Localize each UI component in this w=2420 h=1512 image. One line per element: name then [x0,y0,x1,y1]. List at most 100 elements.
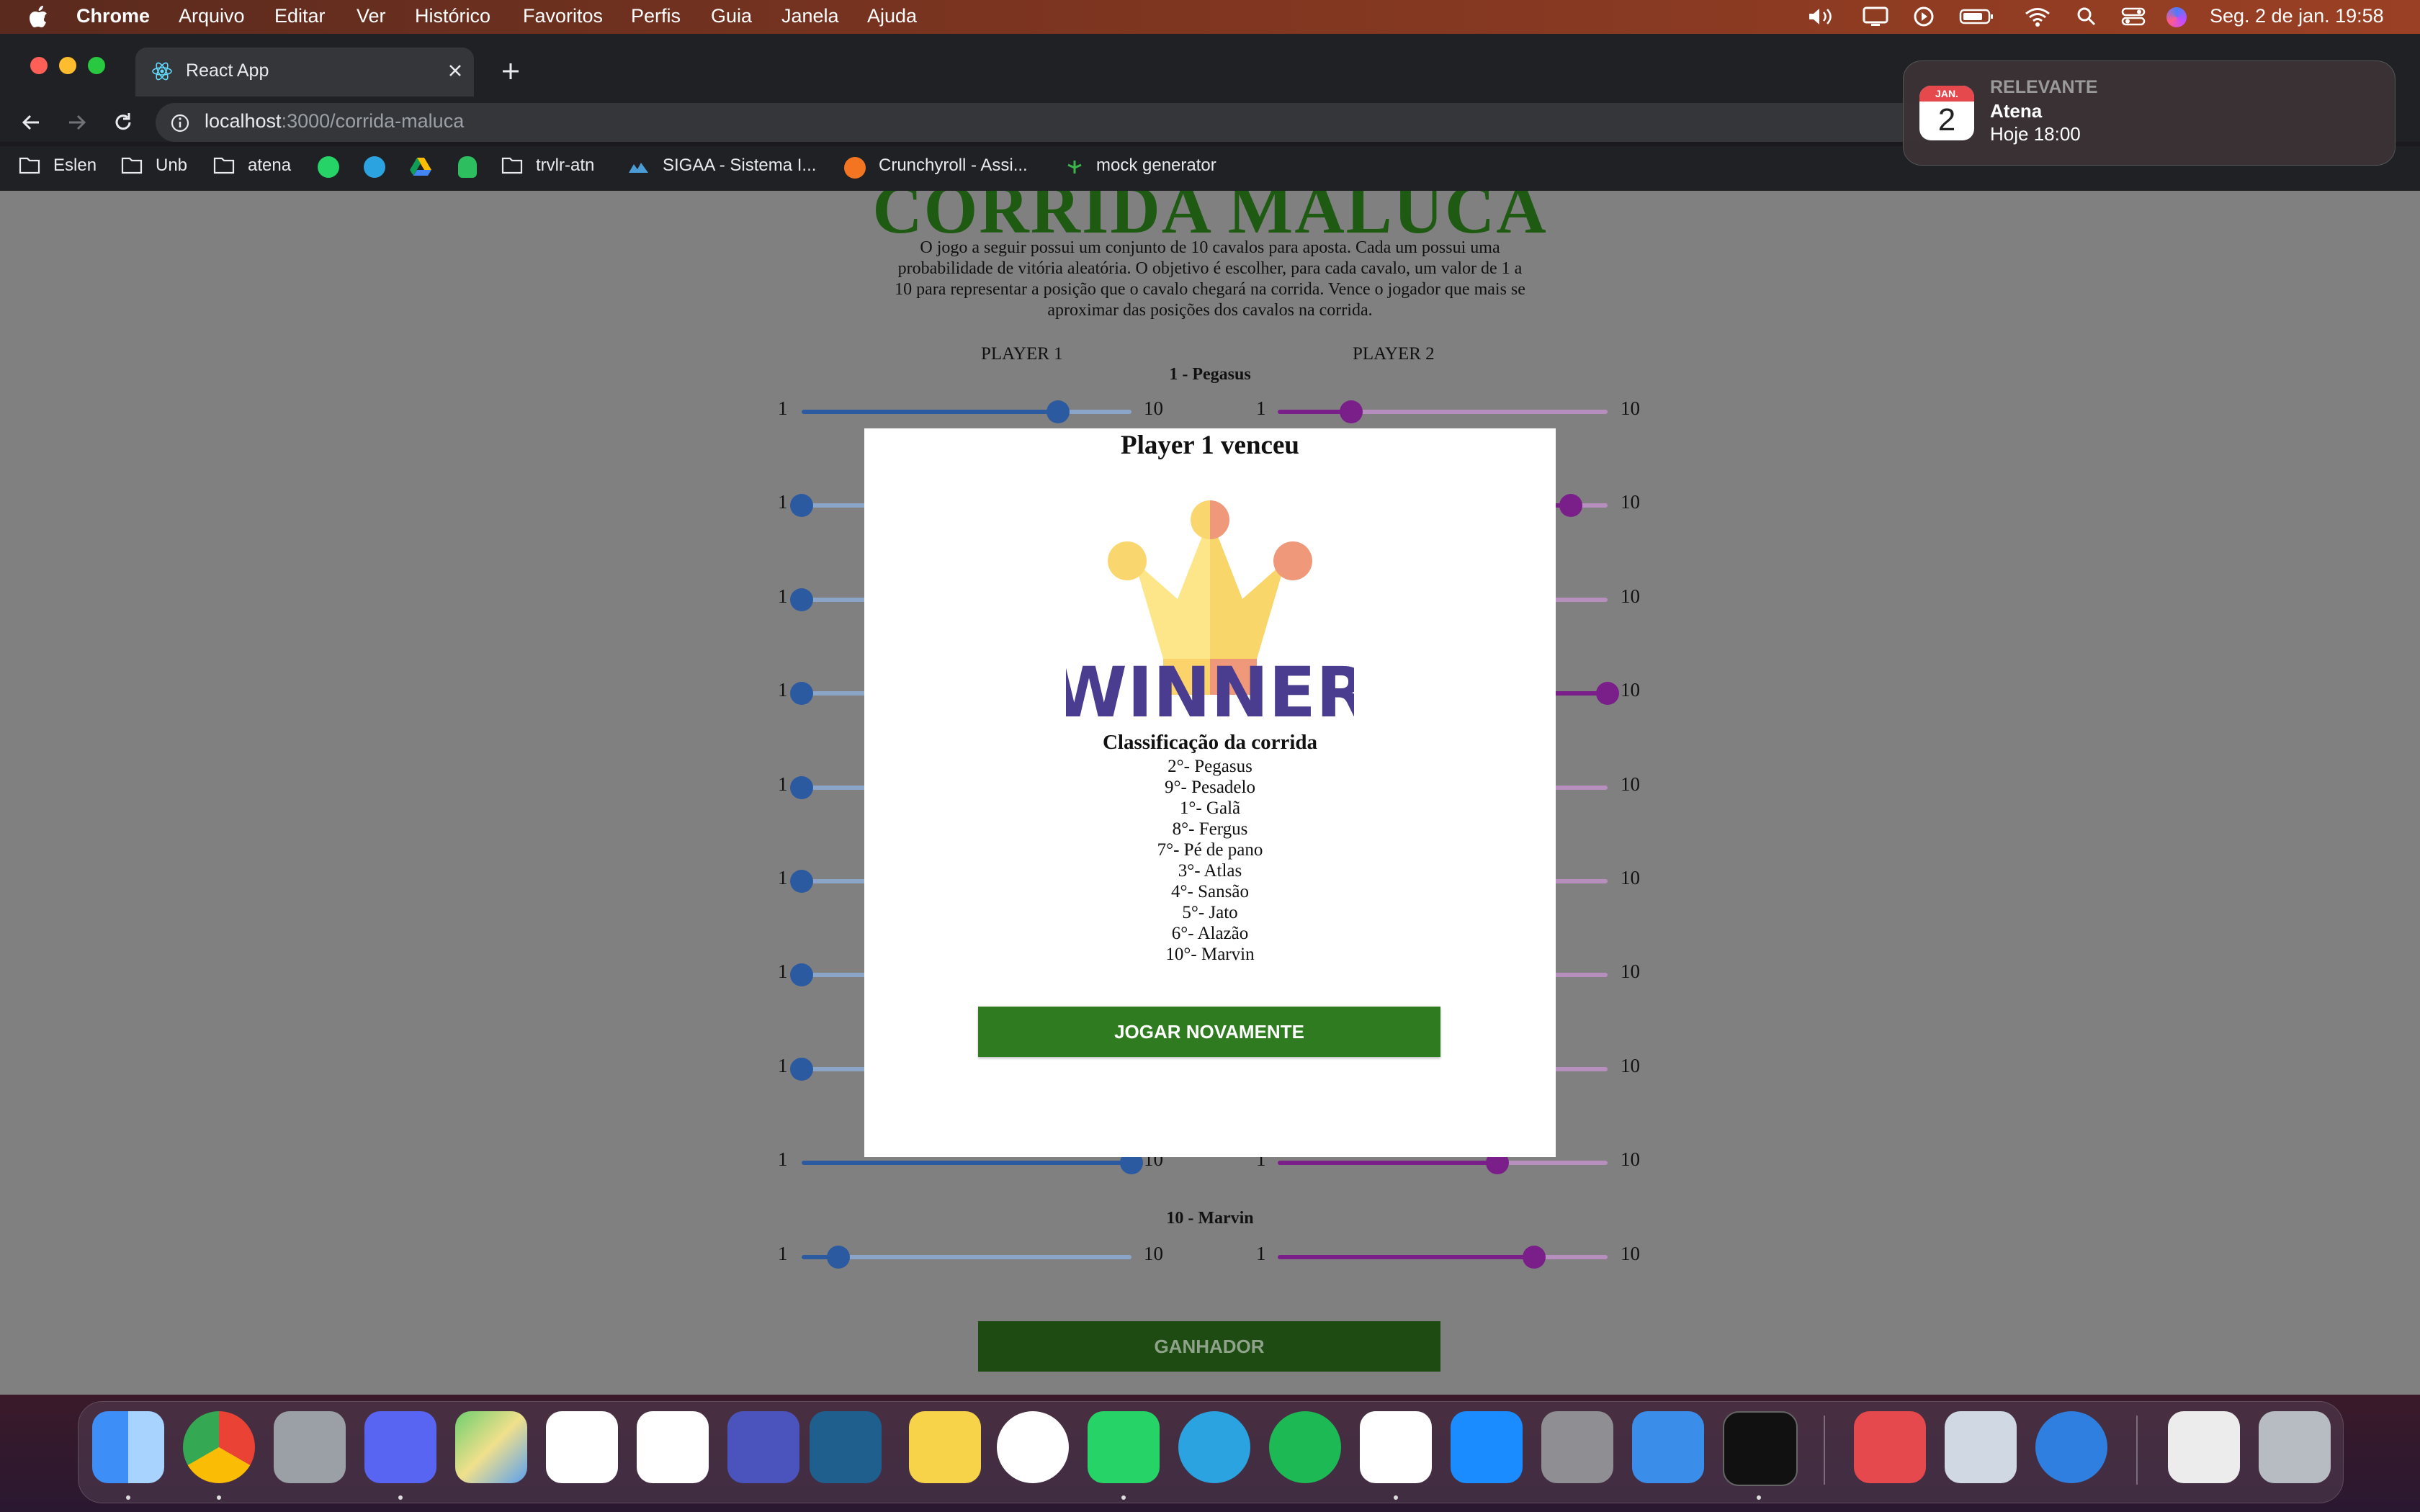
running-indicator [1394,1495,1398,1500]
bookmark-atena[interactable]: atena [248,156,291,176]
reminders-icon[interactable] [637,1411,709,1483]
search-icon[interactable] [2076,6,2097,27]
slider-max-label: 10 [1621,397,1640,419]
player1-slider-thumb[interactable] [790,494,813,518]
player1-slider-thumb[interactable] [790,963,813,987]
menu-perfis[interactable]: Perfis [631,5,681,27]
close-window-button[interactable] [30,57,48,74]
crunchyroll-icon [844,157,866,179]
calendar-app-icon[interactable] [546,1411,618,1483]
volume-icon[interactable] [1806,6,1835,27]
reload-icon[interactable] [111,110,135,135]
bookmark-unb[interactable]: Unb [156,156,187,176]
menu-chrome[interactable]: Chrome [76,5,150,27]
apple-icon[interactable] [27,4,49,29]
tab-title: React App [186,60,269,81]
vscode-icon[interactable] [1360,1411,1432,1483]
teams-icon[interactable] [727,1411,799,1483]
menu-guia[interactable]: Guia [711,5,752,27]
menu-ver[interactable]: Ver [357,5,386,27]
notes-icon[interactable] [909,1411,981,1483]
player1-slider-thumb[interactable] [790,682,813,706]
system-settings-icon[interactable] [1541,1411,1613,1483]
player1-slider-thumb[interactable] [790,1057,813,1081]
evernote-bookmark-icon[interactable] [458,156,477,178]
close-tab-icon[interactable] [447,62,464,79]
moon-app-icon[interactable] [997,1411,1069,1483]
player1-slider-thumb[interactable] [790,588,813,611]
preview-icon[interactable] [1945,1411,2017,1483]
battery-icon[interactable] [1959,6,1995,27]
winner-button[interactable]: GANHADOR [978,1321,1440,1372]
slider-min-label: 1 [778,960,788,983]
document-icon[interactable] [2168,1411,2240,1483]
discord-icon[interactable] [364,1411,436,1483]
trash-icon[interactable] [2259,1411,2331,1483]
maps-icon[interactable] [455,1411,527,1483]
notification-title: Atena [1990,100,2043,122]
player1-slider-track[interactable] [802,1254,1131,1259]
chrome-icon[interactable] [183,1411,255,1483]
whatsapp-bookmark-icon[interactable] [318,156,339,178]
player2-slider-thumb[interactable] [1596,682,1619,706]
telegram-bookmark-icon[interactable] [364,156,385,178]
bookmark-mock-generator[interactable]: mock generator [1096,156,1216,176]
player1-slider-thumb[interactable] [1047,400,1070,423]
slider-min-label: 1 [778,585,788,607]
calendar-notification[interactable]: JAN. 2 RELEVANTE Atena Hoje 18:00 [1903,60,2396,166]
winner-text: WINNER [1066,653,1354,725]
siri-icon[interactable] [2166,7,2187,27]
player2-slider-thumb[interactable] [1559,494,1583,518]
control-center-icon[interactable] [2120,6,2146,27]
slider-max-label: 10 [1621,491,1640,513]
quicktime-icon[interactable] [2035,1411,2107,1483]
play-icon[interactable] [1913,6,1935,27]
terminal-icon[interactable] [1723,1411,1798,1486]
player1-slider-thumb[interactable] [826,1245,850,1269]
menu-ajuda[interactable]: Ajuda [867,5,917,27]
running-indicator [217,1495,221,1500]
whatsapp-icon[interactable] [1088,1411,1160,1483]
app-store-icon[interactable] [1451,1411,1523,1483]
launchpad-icon[interactable] [274,1411,346,1483]
menu-historico[interactable]: Histórico [415,5,490,27]
calendar-month: JAN. [1919,86,1974,102]
player1-slider-thumb[interactable] [790,870,813,893]
ranking-item: 5°- Jato [1182,903,1238,922]
spotify-icon[interactable] [1269,1411,1341,1483]
url-text[interactable]: localhost:3000/corrida-maluca [205,110,464,132]
player1-slider-thumb[interactable] [790,775,813,799]
slider-max-label: 10 [1621,867,1640,888]
google-drive-bookmark-icon[interactable] [409,156,432,176]
dock-divider [1824,1416,1825,1485]
new-tab-icon[interactable] [500,60,521,82]
folder-icon [501,157,523,174]
play-again-button[interactable]: JOGAR NOVAMENTE [978,1007,1440,1057]
display-icon[interactable] [1863,6,1888,27]
bookmark-sigaa[interactable]: SIGAA - Sistema I... [663,156,816,176]
menu-arquivo[interactable]: Arquivo [179,5,245,27]
player2-slider-thumb[interactable] [1523,1245,1546,1269]
wifi-icon[interactable] [2024,6,2051,27]
photo-booth-icon[interactable] [1854,1411,1926,1483]
menu-editar[interactable]: Editar [274,5,326,27]
minimize-window-button[interactable] [59,57,76,74]
mail-icon[interactable] [1632,1411,1704,1483]
folder-icon [19,157,40,174]
finder-icon[interactable] [92,1411,164,1483]
menu-janela[interactable]: Janela [781,5,839,27]
back-icon[interactable] [19,110,43,135]
bookmark-trvlr-atn[interactable]: trvlr-atn [536,156,594,176]
running-indicator [126,1495,130,1500]
maximize-window-button[interactable] [88,57,105,74]
bookmark-crunchyroll[interactable]: Crunchyroll - Assi... [879,156,1028,176]
menu-favoritos[interactable]: Favoritos [523,5,603,27]
mysql-workbench-icon[interactable] [810,1411,882,1483]
datetime[interactable]: Seg. 2 de jan. 19:58 [2210,5,2384,27]
bookmark-eslen[interactable]: Eslen [53,156,97,176]
forward-icon[interactable] [65,110,89,135]
player2-slider-thumb[interactable] [1339,400,1363,423]
telegram-icon[interactable] [1178,1411,1250,1483]
info-icon[interactable] [170,113,190,133]
ranking-item: 8°- Fergus [1172,819,1248,839]
